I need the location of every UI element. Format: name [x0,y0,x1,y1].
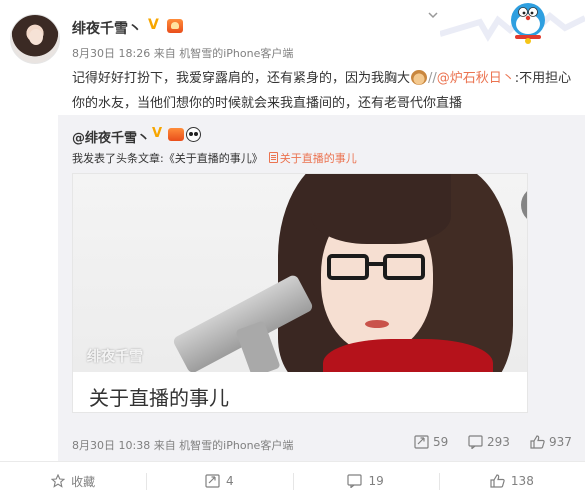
repost-count: 4 [226,474,234,488]
user-avatar[interactable] [10,14,60,64]
article-link[interactable]: 关于直播的事儿 [280,152,357,165]
thumbs-up-icon [490,474,505,488]
mention-link[interactable]: @炉石秋日丶 [437,71,515,86]
verified-badge-icon: V [148,17,159,33]
favorite-label: 收藏 [71,474,96,489]
repost-separator: // [428,71,437,86]
panda-emoji-icon [186,127,201,142]
repost-repost-value: 59 [433,435,449,449]
post-text-part1: 记得好好打扮下，我爱穿露肩的，还有紧身的，因为我胸大 [72,71,411,86]
article-card[interactable]: 绯夜千雪 关于直播的事儿 [72,173,528,413]
repost-text-prefix: 我发表了头条文章: [72,152,164,165]
comment-icon [468,435,483,449]
reposted-weibo: @绯夜千雪丶 V 我发表了头条文章:《关于直播的事儿》 关于直播的事儿 绯夜千雪 … [58,115,585,461]
lightning-icon[interactable] [521,186,527,224]
like-count: 138 [510,474,534,488]
action-bar: 收藏 4 19 138 [0,461,585,500]
star-icon [51,474,66,488]
article-link-text[interactable]: 《关于直播的事儿》 [164,152,263,165]
repost-text: 我发表了头条文章:《关于直播的事儿》 关于直播的事儿 [72,150,357,166]
source-prefix: 来自 [153,47,176,60]
repost-verified-badge-icon: V [152,126,163,141]
repost-icon [205,474,220,488]
vip-badge-icon [167,19,183,33]
post-text: 记得好好打扮下，我爱穿露肩的，还有紧身的，因为我胸大//@炉石秋日丶:不用担心你… [72,66,578,116]
image-watermark: 绯夜千雪 [87,349,143,365]
repost-like-count[interactable]: 937 [530,435,572,449]
cat-emoji-icon [411,70,428,85]
article-title[interactable]: 关于直播的事儿 [89,382,229,411]
article-cover-image[interactable]: 绯夜千雪 [73,174,527,372]
post-time[interactable]: 8月30日 18:26 [72,47,150,60]
post-meta: 8月30日 18:26 来自 机智雪的iPhone客户端 [72,45,293,61]
repost-comment-value: 293 [487,435,510,449]
like-button[interactable]: 138 [438,462,585,500]
repost-vip-badge-icon [168,128,184,141]
repost-meta: 8月30日 10:38 来自 机智雪的iPhone客户端 [72,439,294,452]
article-icon [268,152,278,163]
post-source[interactable]: 机智雪的iPhone客户端 [179,47,293,60]
repost-repost-count[interactable]: 59 [414,435,448,449]
repost-comment-count[interactable]: 293 [468,435,510,449]
chevron-down-icon[interactable] [427,9,439,21]
doraemon-decoration-icon [440,3,585,44]
repost-button[interactable]: 4 [146,462,292,500]
thumbs-up-icon [530,435,545,449]
username[interactable]: 绯夜千雪丶 [72,18,142,38]
favorite-button[interactable]: 收藏 [0,462,146,500]
repost-icon [414,435,429,449]
comment-button[interactable]: 19 [292,462,439,500]
comment-icon [347,474,363,488]
comment-count: 19 [368,474,384,488]
weibo-post: 绯夜千雪丶 V 8月30日 18:26 来自 机智雪的iPhone客户端 记得好… [0,0,585,500]
repost-author[interactable]: @绯夜千雪丶 [72,127,150,146]
repost-like-value: 937 [549,435,572,449]
